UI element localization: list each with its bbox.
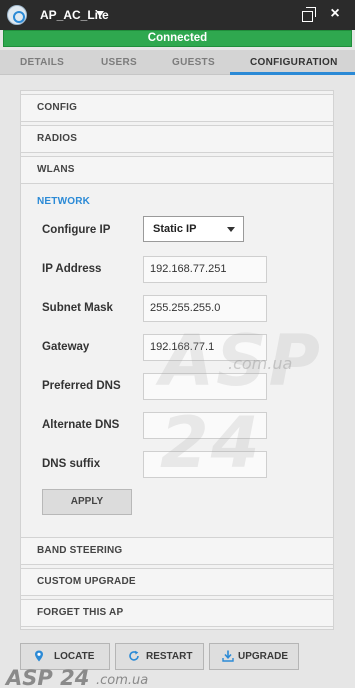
watermark-bottom-domain: .com.ua bbox=[96, 673, 149, 688]
configure-ip-value: Static IP bbox=[153, 223, 197, 235]
download-icon bbox=[222, 650, 234, 662]
section-band-steering[interactable]: BAND STEERING bbox=[20, 537, 334, 565]
configure-ip-label: Configure IP bbox=[42, 224, 111, 236]
section-wlans[interactable]: WLANS bbox=[20, 156, 334, 184]
gateway-label: Gateway bbox=[42, 341, 90, 353]
active-tab-indicator bbox=[230, 72, 355, 75]
title-bar: AP_AC_Lite × bbox=[0, 0, 355, 30]
map-pin-icon bbox=[35, 650, 43, 662]
section-network-header[interactable]: NETWORK bbox=[37, 196, 90, 207]
tab-details[interactable]: DETAILS bbox=[20, 50, 64, 75]
section-custom-upgrade[interactable]: CUSTOM UPGRADE bbox=[20, 568, 334, 596]
restart-button[interactable]: RESTART bbox=[115, 643, 204, 670]
tab-users[interactable]: USERS bbox=[101, 50, 137, 75]
tab-guests[interactable]: GUESTS bbox=[172, 50, 215, 75]
watermark-domain: .com.ua bbox=[228, 354, 293, 373]
watermark-bottom-logo: ASP 24 bbox=[6, 666, 90, 688]
restart-label: RESTART bbox=[146, 651, 193, 662]
watermark-logo: ASP 24 bbox=[160, 320, 322, 484]
upgrade-button[interactable]: UPGRADE bbox=[209, 643, 299, 670]
section-forget-ap[interactable]: FORGET THIS AP bbox=[20, 599, 334, 627]
refresh-icon bbox=[129, 650, 139, 661]
tab-bar: DETAILS USERS GUESTS CONFIGURATION bbox=[0, 50, 355, 75]
chevron-down-icon bbox=[227, 227, 235, 232]
close-icon[interactable]: × bbox=[328, 6, 342, 22]
unifi-logo-icon bbox=[7, 5, 27, 25]
dns-suffix-label: DNS suffix bbox=[42, 458, 101, 470]
connection-status-bar: Connected bbox=[3, 30, 352, 47]
ip-address-label: IP Address bbox=[42, 263, 102, 275]
popout-icon[interactable] bbox=[302, 7, 316, 22]
chevron-down-icon[interactable] bbox=[96, 11, 104, 17]
upgrade-label: UPGRADE bbox=[238, 651, 289, 662]
ip-address-input[interactable]: 192.168.77.251 bbox=[143, 256, 267, 283]
subnet-mask-input[interactable]: 255.255.255.0 bbox=[143, 295, 267, 322]
alternate-dns-label: Alternate DNS bbox=[42, 419, 120, 431]
configure-ip-select[interactable]: Static IP bbox=[143, 216, 244, 242]
apply-button[interactable]: APPLY bbox=[42, 489, 132, 515]
subnet-mask-label: Subnet Mask bbox=[42, 302, 113, 314]
section-config[interactable]: CONFIG bbox=[20, 94, 334, 122]
section-radios[interactable]: RADIOS bbox=[20, 125, 334, 153]
preferred-dns-label: Preferred DNS bbox=[42, 380, 121, 392]
